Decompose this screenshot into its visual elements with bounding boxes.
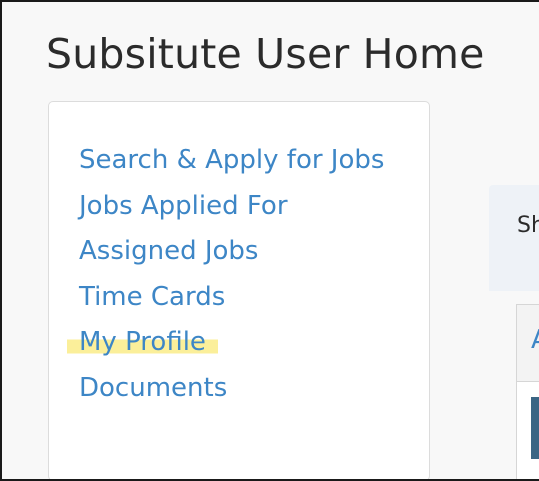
sidebar-nav-list: Search & Apply for Jobs Jobs Applied For… [67, 138, 399, 412]
table-header: A [517, 305, 539, 382]
sidebar-item-label: My Profile [67, 327, 218, 357]
sidebar-item-time-cards[interactable]: Time Cards [79, 275, 399, 321]
filter-panel-label: Sh [517, 213, 539, 238]
sidebar-item-label: Time Cards [79, 281, 226, 312]
table-header-link[interactable]: A [531, 325, 539, 355]
sidebar-item-label: Documents [79, 372, 228, 403]
sidebar-item-documents[interactable]: Documents [79, 366, 399, 412]
app-frame: Subsitute User Home Search & Apply for J… [0, 0, 539, 481]
table-row-button[interactable] [531, 397, 539, 459]
page-title: Subsitute User Home [46, 30, 485, 78]
filter-panel: Sh [489, 185, 539, 291]
sidebar-item-jobs-applied-for[interactable]: Jobs Applied For [79, 184, 399, 230]
sidebar-nav-panel: Search & Apply for Jobs Jobs Applied For… [48, 101, 430, 479]
sidebar-item-assigned-jobs[interactable]: Assigned Jobs [79, 229, 399, 275]
sidebar-item-my-profile[interactable]: My Profile [67, 320, 399, 366]
jobs-table: A [516, 304, 539, 479]
sidebar-item-label: Search & Apply for Jobs [79, 145, 385, 175]
sidebar-item-search-apply-jobs[interactable]: Search & Apply for Jobs [79, 138, 399, 184]
sidebar-item-label: Assigned Jobs [79, 236, 259, 266]
sidebar-item-label: Jobs Applied For [79, 190, 288, 221]
